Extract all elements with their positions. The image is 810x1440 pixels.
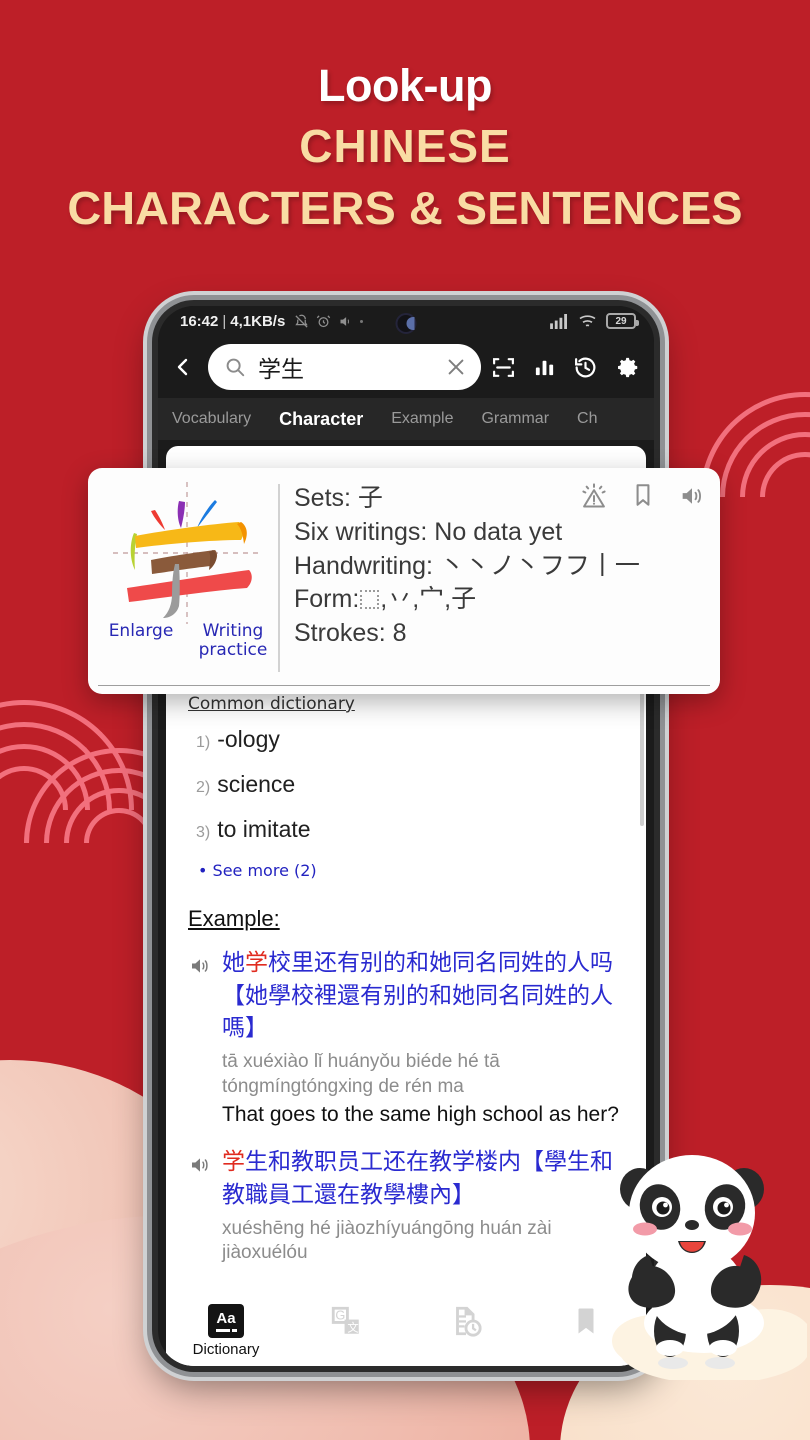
example-prefix: 她 [222, 949, 245, 975]
aa-dictionary-icon: Aa [208, 1304, 244, 1338]
example-item: 她学校里还有别的和她同名同姓的人吗【她學校裡還有别的和她同名同姓的人嗎】 [188, 946, 624, 1044]
example-highlight-char: 学 [245, 949, 268, 975]
stroke-order-diagram[interactable] [107, 478, 267, 624]
status-network-speed: 4,1KB/s [230, 312, 286, 330]
form-empty-box-icon [360, 590, 380, 610]
tab-vocabulary[interactable]: Vocabulary [172, 410, 251, 428]
battery-indicator: 29 [606, 313, 639, 329]
panda-mascot [612, 1155, 807, 1380]
translate-icon: G文 [331, 1306, 359, 1335]
camera-punch-hole [395, 313, 417, 334]
bookmark-icon[interactable] [630, 482, 656, 508]
back-button[interactable] [168, 355, 198, 379]
nav-item-dictionary[interactable]: Aa Dictionary [166, 1304, 286, 1358]
nav-item-document-history[interactable] [406, 1304, 526, 1338]
tab-example[interactable]: Example [391, 410, 453, 428]
settings-icon[interactable] [615, 355, 640, 380]
headline-line-3: CHARACTERS & SENTENCES [67, 182, 743, 235]
promo-headline: Look-up CHINESE CHARACTERS & SENTENCES [0, 62, 810, 239]
card-bottom-rule [98, 685, 710, 686]
back-arrow-icon [177, 358, 188, 376]
nav-label-dictionary: Dictionary [192, 1341, 260, 1358]
tab-grammar[interactable]: Grammar [481, 410, 549, 428]
svg-text:G: G [335, 1308, 345, 1323]
status-separator: | [222, 312, 227, 330]
clear-search-icon[interactable] [445, 356, 467, 378]
statistics-icon[interactable] [533, 356, 556, 379]
example-chinese: 学生和教职员工还在教学楼内【學生和教職員工還在教學樓內】 [222, 1145, 624, 1210]
example-rest: 生和教职员工还在教学楼内【學生和教職員工還在教學樓內】 [222, 1148, 613, 1207]
history-icon[interactable] [573, 355, 598, 380]
search-query-text: 学生 [258, 356, 304, 382]
search-input[interactable]: 学生 [208, 344, 481, 390]
dictionary-heading: Common dictionary [188, 694, 355, 714]
report-warning-icon[interactable] [580, 482, 608, 510]
card-row-six-writings: Six writings: No data yet [294, 517, 563, 546]
card-row-strokes: Strokes: 8 [294, 619, 407, 647]
example-rest: 校里还有别的和她同名同姓的人吗【她學校裡還有别的和她同名同姓的人嗎】 [222, 949, 613, 1041]
status-dot [360, 319, 364, 323]
example-english: That goes to the same high school as her… [222, 1103, 619, 1127]
speaker-icon[interactable] [678, 482, 706, 510]
form-label: Form: [294, 585, 360, 614]
bottom-navigation: Aa Dictionary G文 [166, 1296, 646, 1366]
definition-text: science [217, 771, 296, 797]
phone-mockup: 16:42 | 4,1KB/s 29 学生 Vocabulary Charact… [152, 300, 660, 1372]
speaker-icon[interactable] [188, 954, 212, 978]
mute-bell-icon [295, 314, 308, 328]
definition-number: 3) [196, 824, 211, 841]
alarm-icon [317, 314, 331, 327]
headline-line-1: Look-up [318, 60, 492, 111]
speaker-icon[interactable] [188, 1153, 212, 1177]
tab-character[interactable]: Character [279, 409, 363, 430]
card-divider [278, 484, 280, 672]
definition-text: -ology [217, 726, 280, 752]
headline-line-2: CHINESE [299, 120, 511, 173]
nav-item-translate[interactable]: G文 [286, 1304, 406, 1338]
example-chinese: 她学校里还有别的和她同名同姓的人吗【她學校裡還有别的和她同名同姓的人嗎】 [222, 946, 624, 1044]
search-icon [226, 358, 245, 377]
definition-text: to imitate [217, 816, 311, 842]
example-pinyin: tā xuéxiào lǐ huányǒu biéde hé tā tóngmí… [222, 1050, 500, 1097]
character-detail-card: Enlarge Writing practice Sets: 子 Six wri… [88, 468, 720, 694]
definition-number: 2) [196, 779, 211, 796]
volume-icon [340, 316, 350, 326]
form-components: ,丷,宀,子 [380, 585, 477, 614]
section-tabs: Vocabulary Character Example Grammar Ch [158, 398, 654, 440]
search-toolbar: 学生 [158, 336, 654, 398]
example-pinyin: xuéshēng hé jiàozhíyuángōng huán zài jià… [222, 1217, 552, 1264]
definition-item: 2) science [196, 771, 624, 798]
svg-text:文: 文 [347, 1321, 358, 1335]
definition-item: 1) -ology [196, 726, 624, 753]
definition-item: 3) to imitate [196, 816, 624, 843]
stroke-order-svg [113, 482, 261, 624]
wifi-icon [579, 314, 596, 326]
examples-heading: Example: [188, 906, 280, 931]
definition-number: 1) [196, 734, 211, 751]
ocr-scan-icon[interactable] [491, 355, 516, 380]
tab-chinese-more[interactable]: Ch [577, 410, 597, 428]
example-item: 学生和教职员工还在教学楼内【學生和教職員工還在教學樓內】 [188, 1145, 624, 1210]
signal-icon [550, 313, 567, 329]
battery-percent: 29 [615, 315, 627, 327]
status-time: 16:42 [180, 312, 219, 330]
document-history-icon [456, 1306, 482, 1337]
see-more-link[interactable]: See more (2) [198, 861, 624, 880]
status-bar: 16:42 | 4,1KB/s 29 [158, 306, 654, 336]
phone-screen: 16:42 | 4,1KB/s 29 学生 Vocabulary Charact… [158, 306, 654, 1366]
example-highlight-char: 学 [222, 1148, 245, 1175]
card-row-form: Form: ,丷,宀,子 [294, 583, 706, 617]
card-row-handwriting: Handwriting: 丶丶ノ丶フフ丨一 [294, 551, 640, 580]
